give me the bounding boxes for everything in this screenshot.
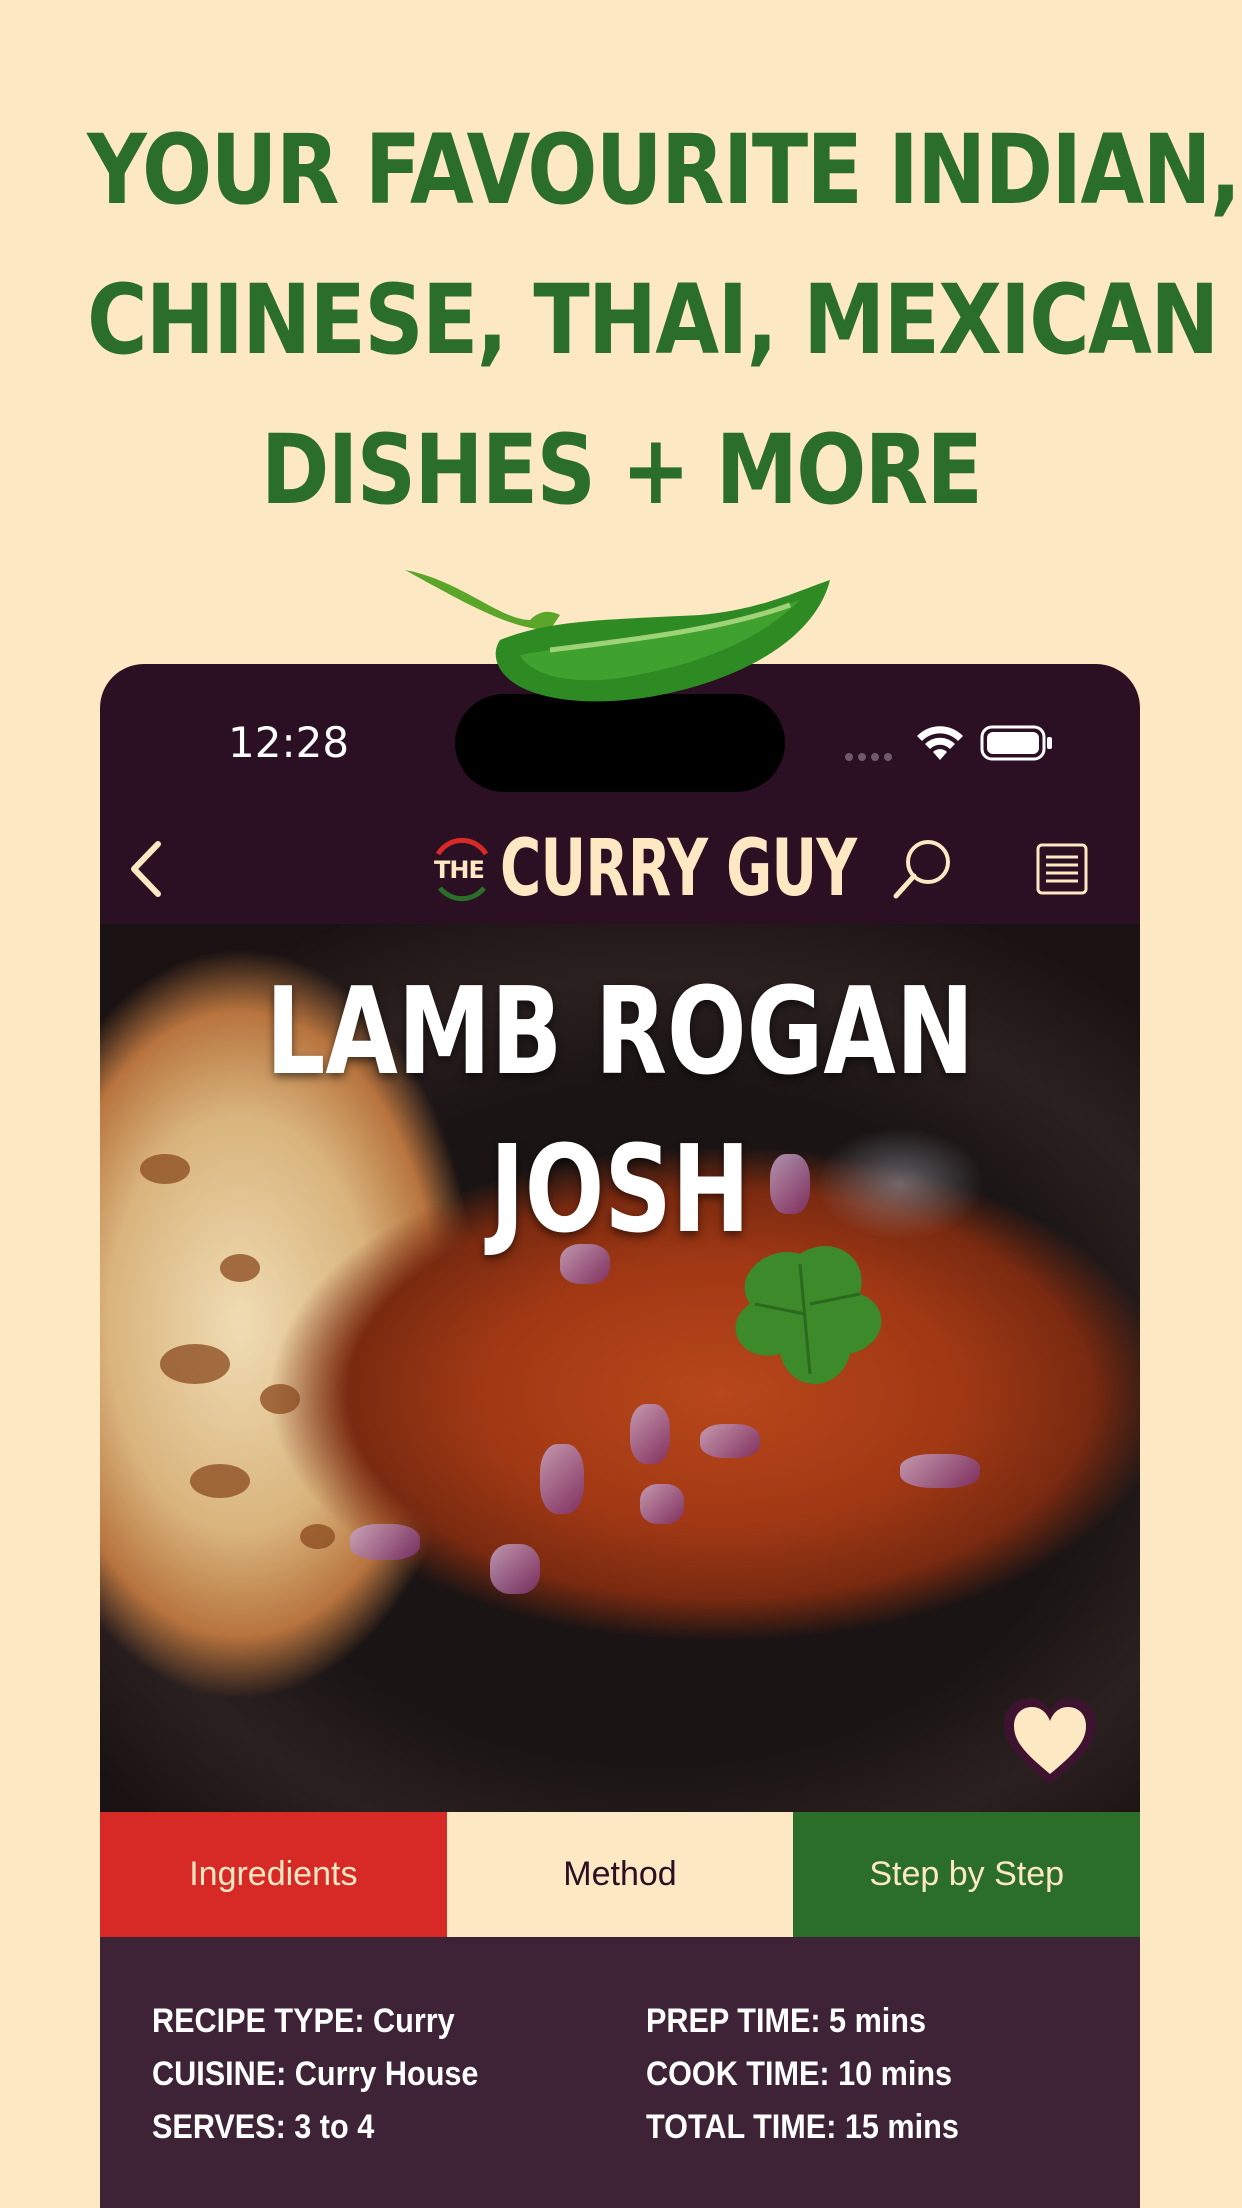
- recipe-tabs: Ingredients Method Step by Step: [100, 1812, 1140, 1937]
- phone-frame: 12:28 THE CURRY GUY LAMB ROGAN JOSH Ingr…: [100, 664, 1140, 2208]
- tab-step-by-step[interactable]: Step by Step: [793, 1812, 1140, 1937]
- recipe-cuisine: CUISINE: Curry House: [152, 2055, 479, 2093]
- recipe-title: LAMB ROGAN JOSH: [214, 954, 1025, 1270]
- chili-icon: [405, 570, 830, 702]
- wifi-icon: [917, 726, 963, 760]
- recipe-title-line-1: LAMB ROGAN: [265, 963, 975, 1102]
- recipe-hero-image: LAMB ROGAN JOSH: [100, 924, 1140, 1812]
- back-icon[interactable]: [122, 834, 172, 904]
- headline-line-3: DISHES + MORE: [260, 414, 983, 526]
- menu-icon[interactable]: [1035, 842, 1089, 896]
- tab-ingredients[interactable]: Ingredients: [100, 1812, 447, 1937]
- logo-badge: THE: [430, 834, 494, 904]
- prep-time: PREP TIME: 5 mins: [646, 2002, 927, 2040]
- battery-icon: [980, 725, 1052, 761]
- status-time: 12:28: [228, 718, 350, 767]
- cook-time: COOK TIME: 10 mins: [646, 2055, 953, 2093]
- total-time: TOTAL TIME: 15 mins: [646, 2108, 959, 2146]
- recipe-details-right: PREP TIME: 5 mins COOK TIME: 10 mins TOT…: [646, 1995, 994, 2154]
- recipe-details-panel: RECIPE TYPE: Curry CUISINE: Curry House …: [100, 1937, 1140, 2208]
- headline-line-2: CHINESE, THAI, MEXICAN: [86, 264, 1219, 376]
- search-icon[interactable]: [890, 836, 956, 902]
- heart-icon[interactable]: [1000, 1694, 1100, 1790]
- tab-method[interactable]: Method: [446, 1812, 794, 1937]
- recipe-serves: SERVES: 3 to 4: [152, 2108, 375, 2146]
- logo-text: CURRY GUY: [500, 824, 857, 914]
- logo-the: THE: [434, 856, 485, 884]
- headline-line-1: YOUR FAVOURITE INDIAN,: [86, 114, 1241, 226]
- recipe-title-line-2: JOSH: [489, 1121, 751, 1260]
- nav-bar: THE CURRY GUY: [100, 814, 1140, 924]
- signal-icon: [845, 748, 897, 766]
- recipe-details-left: RECIPE TYPE: Curry CUISINE: Curry House …: [152, 1995, 515, 2154]
- recipe-type: RECIPE TYPE: Curry: [152, 2002, 455, 2040]
- promo-headline: YOUR FAVOURITE INDIAN, CHINESE, THAI, ME…: [86, 95, 1241, 545]
